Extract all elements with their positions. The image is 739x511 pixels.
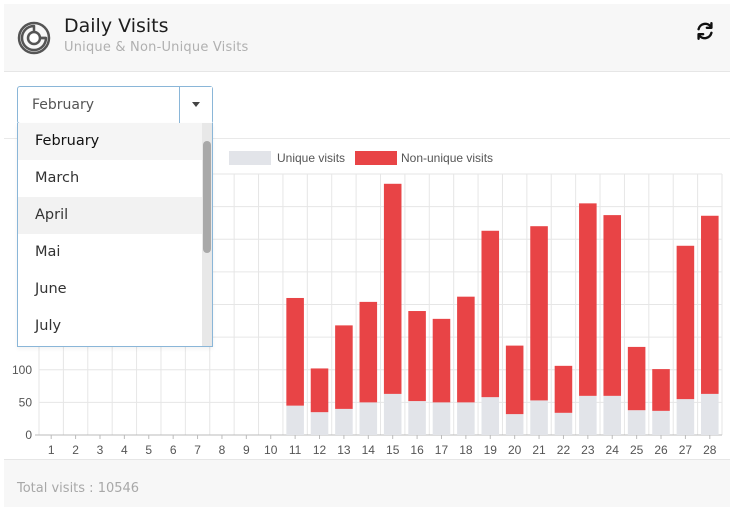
x-tick-label: 16 [410,443,424,457]
x-tick-label: 8 [219,443,226,457]
bar-non-unique-visits [627,346,646,411]
y-tick-label: 50 [19,395,33,409]
x-tick-label: 26 [654,443,668,457]
x-tick-label: 9 [243,443,250,457]
bar-unique-visits [310,412,329,435]
legend-label-unique[interactable]: Unique visits [277,151,345,165]
bar-unique-visits [505,414,524,435]
x-tick-label: 22 [557,443,571,457]
month-option[interactable]: July [18,308,202,345]
bar-unique-visits [481,397,500,435]
month-option[interactable]: March [18,160,202,197]
refresh-icon[interactable] [694,20,716,42]
bar-unique-visits [286,405,304,435]
bar-non-unique-visits [652,369,670,411]
x-tick-label: 23 [581,443,595,457]
month-select-value: February [32,97,95,113]
month-dropdown-list: February March April Mai June July [17,123,213,347]
x-tick-label: 24 [606,443,620,457]
bar-unique-visits [432,402,451,435]
x-tick-label: 25 [630,443,644,457]
legend-swatch-non-unique[interactable] [355,151,397,165]
x-tick-label: 5 [145,443,152,457]
bar-non-unique-visits [359,301,378,403]
x-tick-label: 1 [48,443,55,457]
x-tick-label: 10 [264,443,278,457]
card-title: Daily Visits [64,15,169,37]
x-tick-label: 15 [386,443,400,457]
bar-non-unique-visits [603,215,622,396]
bar-non-unique-visits [286,297,304,406]
bar-non-unique-visits [579,203,597,396]
y-axis-labels: 0 50 100 [12,363,32,442]
month-select[interactable]: February [17,86,213,124]
bar-non-unique-visits [408,311,426,402]
x-tick-label: 18 [459,443,473,457]
bar-non-unique-visits [676,245,695,400]
x-tick-label: 13 [337,443,351,457]
bar-non-unique-visits [505,345,524,415]
card-header: Daily Visits Unique & Non-Unique Visits [4,4,730,72]
bar-unique-visits [408,401,426,435]
month-option[interactable]: June [18,271,202,308]
x-tick-label: 2 [72,443,79,457]
chart-legend: Unique visits Non-unique visits [229,151,493,165]
bar-non-unique-visits [457,296,475,403]
legend-swatch-unique[interactable] [229,151,271,165]
x-axis-labels: 1 2 3 4 5 6 7 8 9 10 11 12 13 14 15 16 17 18 19 20 21 22 23 24 2… [48,435,717,457]
dropdown-scrollbar[interactable] [202,123,212,346]
bar-unique-visits [652,410,670,435]
bar-non-unique-visits [432,318,451,403]
month-option[interactable]: Mai [18,234,202,271]
x-tick-label: 4 [121,443,128,457]
total-visits-text: Total visits : 10546 [17,481,140,496]
bar-non-unique-visits [310,368,329,413]
month-select-toggle[interactable] [179,87,212,123]
bar-unique-visits [554,412,573,435]
bar-non-unique-visits [383,183,402,394]
bar-non-unique-visits [481,230,500,398]
x-tick-label: 12 [313,443,327,457]
y-tick-label: 100 [12,363,32,377]
card-subtitle: Unique & Non-Unique Visits [64,40,249,55]
bar-unique-visits [530,400,548,435]
legend-label-non-unique[interactable]: Non-unique visits [401,151,493,165]
bar-unique-visits [359,402,378,435]
daily-visits-card: Daily Visits Unique & Non-Unique Visits … [4,4,730,507]
x-tick-label: 17 [435,443,449,457]
month-option[interactable]: April [18,197,202,234]
y-tick-label: 0 [25,428,32,442]
bar-unique-visits [579,395,597,435]
x-tick-label: 6 [170,443,177,457]
card-footer: Total visits : 10546 [4,459,730,507]
pie-chart-icon [17,21,51,55]
x-tick-label: 27 [679,443,693,457]
month-option[interactable]: February [18,123,202,160]
dropdown-scrollbar-thumb[interactable] [203,141,211,253]
bar-unique-visits [457,402,475,435]
caret-down-icon [192,102,200,107]
x-tick-label: 3 [97,443,104,457]
x-tick-label: 20 [508,443,522,457]
bar-unique-visits [603,395,622,435]
bar-non-unique-visits [701,215,719,394]
x-tick-label: 19 [484,443,498,457]
bar-non-unique-visits [335,325,353,409]
bar-non-unique-visits [530,226,548,401]
bar-unique-visits [335,408,353,435]
bar-unique-visits [627,410,646,435]
bar-non-unique-visits [554,365,573,413]
x-tick-label: 7 [194,443,201,457]
bar-unique-visits [676,399,695,435]
x-tick-label: 21 [532,443,546,457]
x-tick-label: 11 [289,443,302,457]
bar-unique-visits [383,393,402,435]
x-tick-label: 28 [703,443,717,457]
bar-unique-visits [701,393,719,435]
x-tick-label: 14 [362,443,376,457]
